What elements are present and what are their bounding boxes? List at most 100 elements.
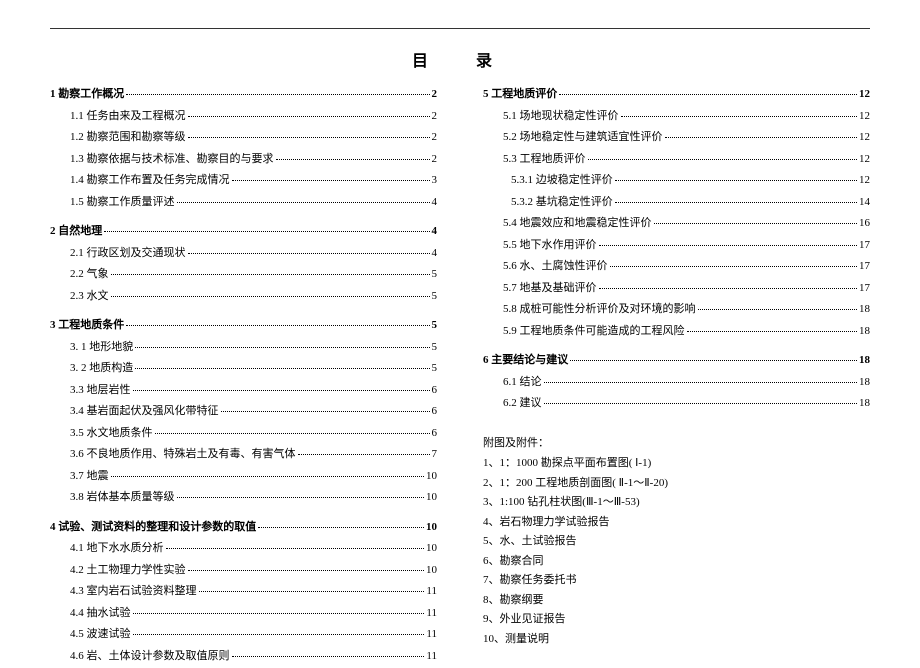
toc-page-number: 14 (859, 196, 870, 208)
toc-leader-dots (298, 454, 430, 455)
toc-label: 5.8 成桩可能性分析评价及对环境的影响 (483, 300, 696, 316)
toc-leader-dots (232, 656, 425, 657)
toc-label: 1.4 勘察工作布置及任务完成情况 (50, 171, 230, 187)
toc-label: 3.8 岩体基本质量等级 (50, 488, 175, 504)
toc-leader-dots (188, 253, 430, 254)
toc-label: 3.3 地层岩性 (50, 381, 131, 397)
toc-label: 5.3.2 基坑稳定性评价 (483, 193, 613, 209)
appendix-line: 4、岩石物理力学试验报告 (483, 513, 870, 529)
appendix-title: 附图及附件： (483, 434, 870, 450)
toc-page-number: 6 (432, 384, 438, 396)
toc-leader-dots (111, 476, 425, 477)
toc-leader-dots (188, 137, 430, 138)
appendix-line: 10、测量说明 (483, 630, 870, 646)
toc-label: 4.1 地下水水质分析 (50, 539, 164, 555)
toc-leader-dots (177, 497, 425, 498)
toc-item: 4.6 岩、土体设计参数及取值原则11 (50, 647, 437, 663)
toc-leader-dots (654, 223, 858, 224)
toc-page-number: 11 (426, 607, 437, 619)
toc-leader-dots (544, 382, 858, 383)
toc-leader-dots (126, 94, 429, 95)
toc-item: 3.8 岩体基本质量等级 10 (50, 488, 437, 504)
toc-item: 3.4 基岩面起伏及强风化带特征6 (50, 402, 437, 418)
appendix-line: 1、1：1000 勘探点平面布置图( Ⅰ-1) (483, 454, 870, 470)
toc-item: 6.1 结论 18 (483, 373, 870, 389)
toc-chapter: 3 工程地质条件 5 (50, 316, 437, 332)
toc-leader-dots (615, 180, 857, 181)
toc-item: 5.9 工程地质条件可能造成的工程风险18 (483, 322, 870, 338)
toc-leader-dots (610, 266, 858, 267)
toc-page-number: 3 (432, 174, 438, 186)
toc-leader-dots (199, 591, 425, 592)
toc-item: 3.5 水文地质条件6 (50, 424, 437, 440)
toc-page-number: 10 (426, 491, 437, 503)
toc-label: 4.3 室内岩石试验资料整理 (50, 582, 197, 598)
toc-chapter: 1 勘察工作概况 2 (50, 85, 437, 101)
toc-leader-dots (188, 570, 425, 571)
toc-item: 2.2 气象 5 (50, 265, 437, 281)
toc-label: 5.7 地基及基础评价 (483, 279, 597, 295)
toc-page-number: 6 (432, 405, 438, 417)
appendix-line: 3、1:100 钻孔柱状图(Ⅲ-1～Ⅲ-53) (483, 493, 870, 509)
toc-item: 4.2 土工物理力学性实验10 (50, 561, 437, 577)
toc-leader-dots (559, 94, 857, 95)
toc-item: 3. 2 地质构造5 (50, 359, 437, 375)
toc-label: 2.2 气象 (50, 265, 109, 281)
toc-label: 4.5 波速试验 (50, 625, 131, 641)
appendix-line: 9、外业见证报告 (483, 610, 870, 626)
toc-label: 4.2 土工物理力学性实验 (50, 561, 186, 577)
toc-page-number: 12 (859, 131, 870, 143)
toc-label: 6.2 建议 (483, 394, 542, 410)
toc-item: 4.1 地下水水质分析10 (50, 539, 437, 555)
toc-leader-dots (621, 116, 858, 117)
toc-label: 5.2 场地稳定性与建筑适宜性评价 (483, 128, 663, 144)
toc-label: 6.1 结论 (483, 373, 542, 389)
toc-page-number: 2 (432, 153, 438, 165)
toc-leader-dots (188, 116, 430, 117)
toc-page-number: 2 (432, 88, 438, 100)
toc-leader-dots (544, 403, 858, 404)
toc-label: 5.4 地震效应和地震稳定性评价 (483, 214, 652, 230)
toc-label: 3.6 不良地质作用、特殊岩土及有毒、有害气体 (50, 445, 296, 461)
toc-item: 5.3.1 边坡稳定性评价12 (483, 171, 870, 187)
toc-label: 3 工程地质条件 (50, 316, 124, 332)
toc-page-number: 5 (432, 268, 438, 280)
toc-chapter: 4 试验、测试资料的整理和设计参数的取值10 (50, 518, 437, 534)
toc-page-number: 17 (859, 282, 870, 294)
toc-page-number: 2 (432, 131, 438, 143)
toc-page-number: 5 (432, 341, 438, 353)
toc-page-number: 18 (859, 376, 870, 388)
toc-label: 3.5 水文地质条件 (50, 424, 153, 440)
toc-page-number: 5 (432, 290, 438, 302)
toc-chapter: 2 自然地理4 (50, 222, 437, 238)
toc-page-number: 18 (859, 354, 870, 366)
toc-label: 2 自然地理 (50, 222, 102, 238)
toc-page-number: 12 (859, 174, 870, 186)
toc-item: 6.2 建议18 (483, 394, 870, 410)
toc-leader-dots (258, 527, 424, 528)
toc-page-number: 12 (859, 153, 870, 165)
toc-label: 4 试验、测试资料的整理和设计参数的取值 (50, 518, 256, 534)
appendix-line: 7、勘察任务委托书 (483, 571, 870, 587)
toc-leader-dots (599, 288, 858, 289)
toc-leader-dots (698, 309, 858, 310)
toc-page-number: 12 (859, 110, 870, 122)
toc-page-number: 17 (859, 239, 870, 251)
toc-leader-dots (276, 159, 430, 160)
toc-item: 5.6 水、土腐蚀性评价17 (483, 257, 870, 273)
toc-item: 1.1 任务由来及工程概况2 (50, 107, 437, 123)
toc-label: 5 工程地质评价 (483, 85, 557, 101)
toc-item: 1.3 勘察依据与技术标准、勘察目的与要求2 (50, 150, 437, 166)
toc-page-number: 17 (859, 260, 870, 272)
toc-label: 1.2 勘察范围和勘察等级 (50, 128, 186, 144)
toc-chapter: 6 主要结论与建议18 (483, 351, 870, 367)
toc-item: 3. 1 地形地貌5 (50, 338, 437, 354)
toc-page-number: 5 (432, 319, 438, 331)
toc-label: 3.7 地震 (50, 467, 109, 483)
toc-item: 5.7 地基及基础评价 17 (483, 279, 870, 295)
toc-leader-dots (570, 360, 857, 361)
toc-page-number: 11 (426, 628, 437, 640)
toc-item: 5.1 场地现状稳定性评价12 (483, 107, 870, 123)
toc-label: 1 勘察工作概况 (50, 85, 124, 101)
toc-item: 5.8 成桩可能性分析评价及对环境的影响18 (483, 300, 870, 316)
